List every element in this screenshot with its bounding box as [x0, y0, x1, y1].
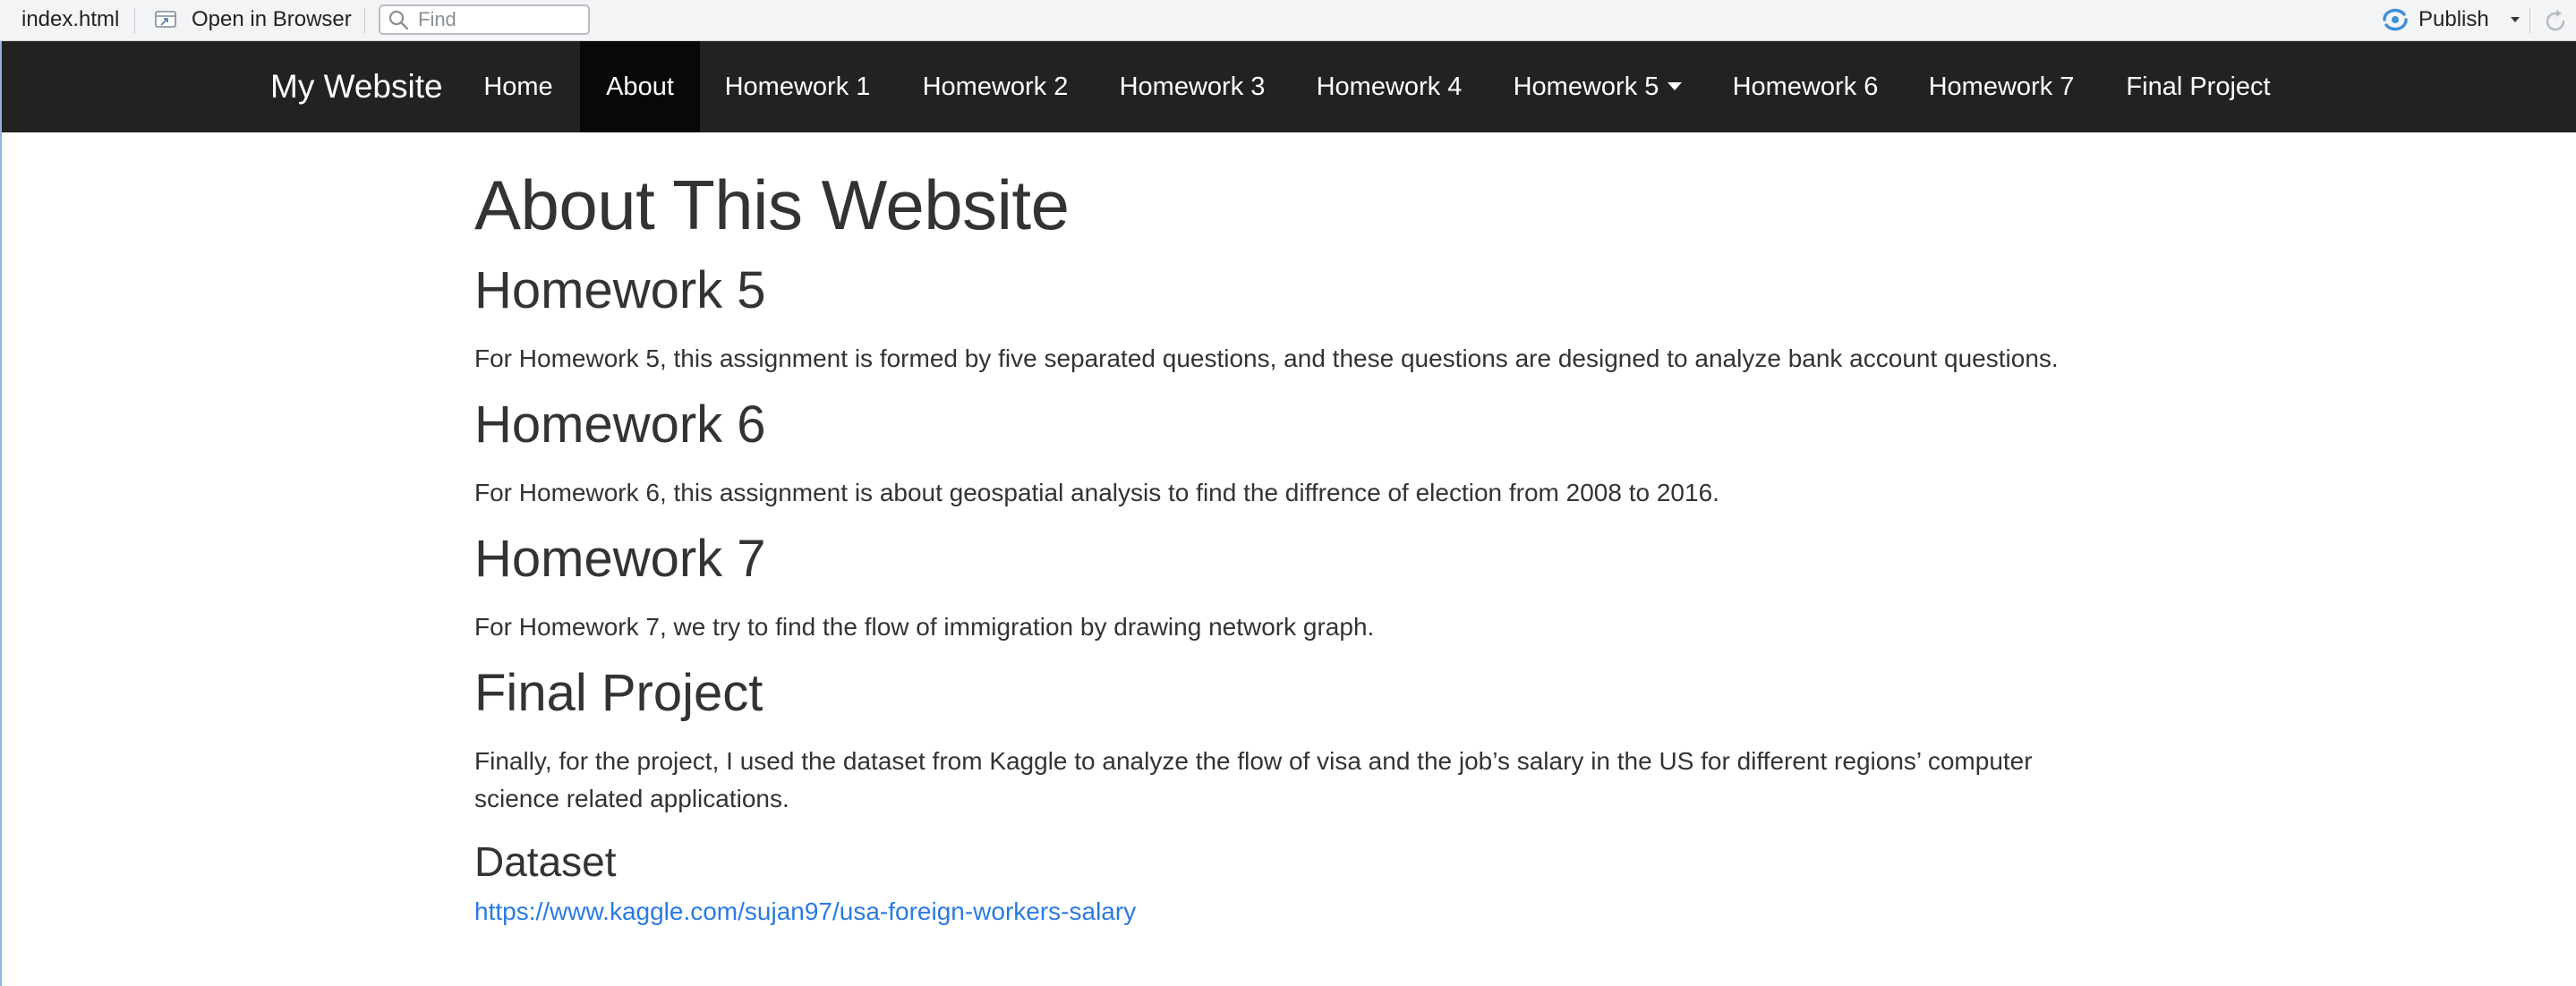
publish-icon	[2383, 8, 2408, 31]
caret-down-icon	[1668, 81, 1683, 90]
nav-item-label: Homework 4	[1316, 72, 1463, 101]
find-box[interactable]	[379, 4, 590, 35]
nav-item-homework-7[interactable]: Homework 7	[1905, 41, 2098, 132]
refresh-icon[interactable]	[2542, 8, 2569, 35]
toolbar-divider	[134, 8, 135, 33]
search-icon	[388, 10, 409, 30]
publish-button[interactable]: Publish	[2381, 0, 2521, 39]
section-text-final-project: Finally, for the project, I used the dat…	[474, 747, 2033, 812]
viewer-left-border	[0, 132, 2, 986]
nav-item-label: Homework 6	[1732, 72, 1879, 101]
section-text-homework-5: For Homework 5, this assignment is forme…	[474, 344, 2059, 372]
nav-item-label: Homework 2	[922, 72, 1069, 101]
nav-item-label: Homework 5	[1513, 72, 1659, 101]
toolbar-divider	[364, 8, 365, 33]
nav-item-final-project[interactable]: Final Project	[2102, 41, 2295, 132]
page-title: About This Website	[474, 166, 1070, 244]
chevron-down-icon[interactable]	[2509, 15, 2521, 24]
open-in-browser-icon	[155, 11, 176, 28]
open-in-browser-label: Open in Browser	[192, 7, 352, 31]
viewer-toolbar: index.html Open in Browser Publish	[0, 0, 2576, 41]
nav-item-homework-2[interactable]: Homework 2	[897, 41, 1094, 132]
nav-item-label: About	[606, 72, 674, 101]
nav-item-homework-4[interactable]: Homework 4	[1291, 41, 1488, 132]
dataset-link[interactable]: https://www.kaggle.com/sujan97/usa-forei…	[474, 893, 1136, 931]
section-heading-homework-6: Homework 6	[474, 395, 766, 454]
nav-item-homework-6[interactable]: Homework 6	[1710, 41, 1901, 132]
section-heading-homework-5: Homework 5	[474, 261, 766, 319]
section-heading-final-project: Final Project	[474, 664, 763, 722]
nav-item-label: Homework 3	[1119, 72, 1266, 101]
toolbar-divider	[2529, 8, 2530, 33]
nav-item-label: Final Project	[2126, 72, 2271, 101]
section-text-homework-7: For Homework 7, we try to find the flow …	[474, 613, 1375, 641]
section-text-homework-6: For Homework 6, this assignment is about…	[474, 479, 1719, 506]
nav-item-label: Home	[483, 72, 553, 101]
find-input[interactable]	[418, 8, 579, 31]
nav-item-about[interactable]: About	[580, 41, 700, 132]
open-in-browser-button[interactable]: Open in Browser	[152, 0, 352, 39]
file-name: index.html	[21, 7, 120, 31]
site-navbar: My Website Home About Homework 1 Homewor…	[0, 41, 2576, 132]
section-heading-homework-7: Homework 7	[474, 530, 766, 588]
nav-item-homework-5-dropdown[interactable]: Homework 5	[1488, 41, 1708, 132]
site-brand[interactable]: My Website	[270, 41, 443, 132]
nav-item-homework-3[interactable]: Homework 3	[1094, 41, 1291, 132]
nav-item-label: Homework 7	[1928, 72, 2075, 101]
nav-item-home[interactable]: Home	[464, 41, 573, 132]
nav-item-label: Homework 1	[724, 72, 871, 101]
dataset-heading: Dataset	[474, 838, 617, 885]
nav-item-homework-1[interactable]: Homework 1	[700, 41, 895, 132]
publish-label: Publish	[2418, 7, 2489, 31]
